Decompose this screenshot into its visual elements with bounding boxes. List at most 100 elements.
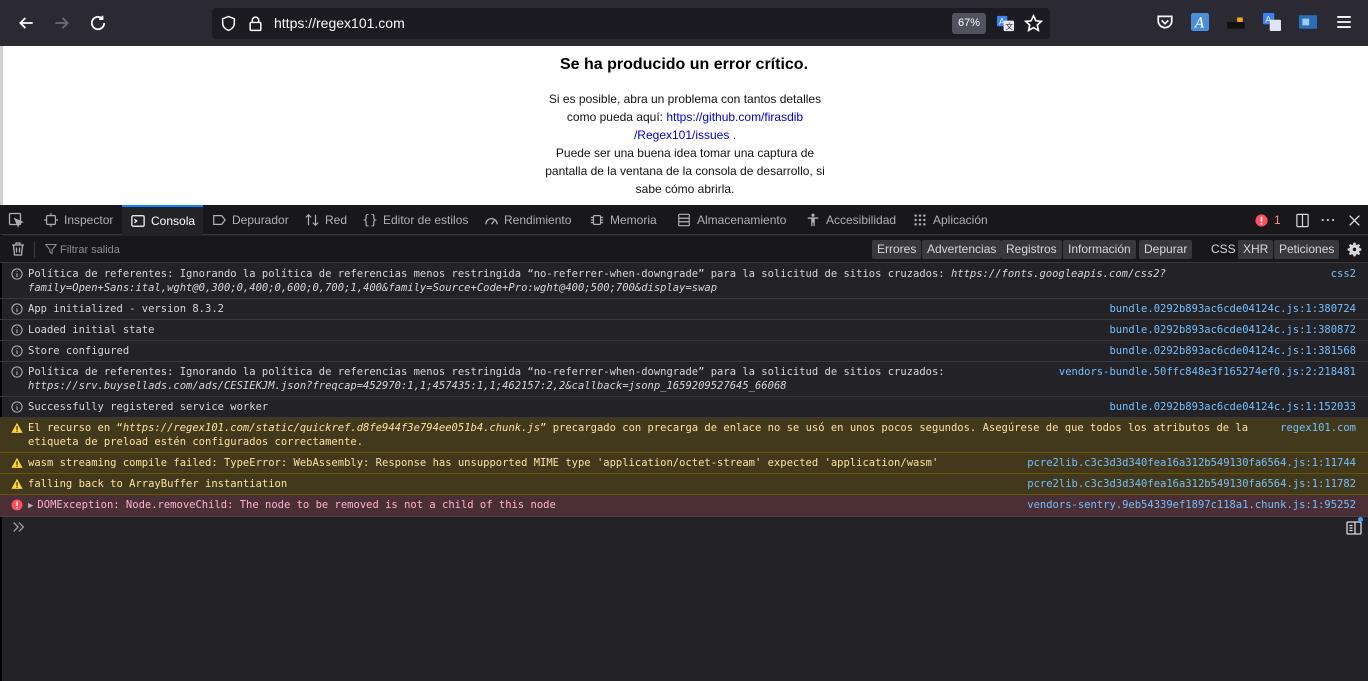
- console-message: Successfully registered service worker: [28, 401, 269, 413]
- bookmark-star-icon[interactable]: [1024, 14, 1043, 33]
- issues-link-line-2[interactable]: /Regex101/issues: [634, 128, 729, 142]
- source-link[interactable]: css2: [1331, 267, 1356, 281]
- filter-info-button[interactable]: Información: [1063, 240, 1136, 259]
- console-row[interactable]: Successfully registered service worker b…: [0, 397, 1368, 418]
- accessibility-icon: [805, 212, 821, 228]
- console-row[interactable]: Store configured bundle.0292b893ac6cde04…: [0, 341, 1368, 362]
- tab-memory[interactable]: Memoria: [589, 205, 657, 235]
- message-url: https://regex101.com/static/quickref.d8f…: [122, 422, 541, 434]
- error-count-badge[interactable]: 1: [1253, 205, 1281, 235]
- tab-network[interactable]: Red: [304, 205, 347, 235]
- filter-output-input[interactable]: [60, 241, 360, 258]
- console-message: Loaded initial state: [28, 324, 155, 336]
- console-row[interactable]: Política de referentes: Ignorando la pol…: [0, 362, 1368, 397]
- reload-icon[interactable]: [82, 7, 114, 39]
- warning-icon: [11, 457, 23, 468]
- console-row-error[interactable]: ▶ DOMException: Node.removeChild: The nod…: [0, 495, 1368, 517]
- shield-icon[interactable]: [220, 15, 237, 32]
- error-line-2: Puede ser una buena idea tomar una captu…: [545, 146, 825, 196]
- filter-requests-button[interactable]: Peticiones: [1274, 240, 1340, 259]
- console-input-prompt-icon[interactable]: [12, 520, 26, 534]
- source-link[interactable]: regex101.com: [1280, 421, 1356, 435]
- info-icon: [11, 268, 23, 280]
- console-row-warning[interactable]: wasm streaming compile failed: TypeError…: [0, 453, 1368, 474]
- tab-storage[interactable]: Almacenamiento: [676, 205, 786, 235]
- url-text[interactable]: https://regex101.com: [274, 15, 405, 31]
- lock-icon[interactable]: [247, 15, 264, 32]
- console-message: Store configured: [28, 345, 130, 357]
- issues-link-line-1[interactable]: https://github.com/firasdib: [666, 110, 803, 124]
- zoom-level-badge[interactable]: 67%: [952, 13, 987, 34]
- tab-inspector[interactable]: Inspector: [43, 205, 113, 235]
- console-row-warning[interactable]: falling back to ArrayBuffer instantiatio…: [0, 474, 1368, 495]
- source-link[interactable]: pcre2lib.c3c3d3d340fea16a312b549130fa656…: [1027, 477, 1356, 491]
- ellipsis-icon[interactable]: ⋯: [1320, 212, 1336, 229]
- console-row-warning[interactable]: El recurso en “https://regex101.com/stat…: [0, 418, 1368, 453]
- source-link[interactable]: bundle.0292b893ac6cde04124c.js:1:152033: [1109, 400, 1356, 414]
- gear-icon[interactable]: [1346, 241, 1363, 258]
- pocket-icon[interactable]: [1156, 13, 1174, 31]
- dock-side-button[interactable]: [1294, 205, 1315, 235]
- translate-icon[interactable]: A文: [996, 14, 1015, 33]
- tab-console[interactable]: Consola: [122, 205, 204, 235]
- error-icon: [11, 499, 23, 511]
- console-message: wasm streaming compile failed: TypeError…: [28, 457, 939, 469]
- forward-arrow-icon[interactable]: [46, 7, 78, 39]
- extension-dark-icon[interactable]: [1227, 13, 1245, 31]
- close-icon[interactable]: [1346, 212, 1362, 228]
- console-message: Política de referentes: Ignorando la pol…: [28, 365, 1068, 393]
- tab-debugger[interactable]: Depurador: [211, 205, 289, 235]
- console-row[interactable]: Loaded initial state bundle.0292b893ac6c…: [0, 320, 1368, 341]
- element-picker-button[interactable]: [8, 205, 29, 235]
- source-link[interactable]: pcre2lib.c3c3d3d340fea16a312b549130fa656…: [1027, 456, 1356, 470]
- source-link[interactable]: vendors-sentry.9eb54339ef1897c118a1.chun…: [1027, 498, 1356, 512]
- hamburger-menu-icon[interactable]: [1335, 13, 1353, 31]
- translate-ext-icon[interactable]: A: [1263, 13, 1281, 31]
- extension-blue-icon[interactable]: [1299, 13, 1317, 31]
- expand-triangle-icon[interactable]: ▶: [28, 499, 33, 513]
- svg-text:A: A: [1193, 16, 1205, 31]
- filter-debug-button[interactable]: Depurar: [1139, 240, 1193, 259]
- tab-style-editor[interactable]: {} Editor de estilos: [362, 205, 468, 235]
- element-picker-icon[interactable]: [8, 212, 24, 228]
- tab-performance[interactable]: Rendimiento: [483, 205, 571, 235]
- error-count-icon[interactable]: [1253, 212, 1269, 228]
- console-row[interactable]: Política de referentes: Ignorando la pol…: [0, 264, 1368, 299]
- trash-icon[interactable]: [10, 241, 26, 257]
- tab-performance-label: Rendimiento: [504, 213, 572, 227]
- message-text: DOMException: Node.removeChild: The node…: [37, 499, 556, 511]
- dock-icon[interactable]: [1294, 212, 1310, 228]
- source-link[interactable]: vendors-bundle.50ffc848e3f165274ef0.js:2…: [1059, 365, 1356, 379]
- filter-separator: [34, 241, 35, 258]
- tab-application-label: Aplicación: [933, 213, 988, 227]
- url-bar[interactable]: https://regex101.com 67% A文: [212, 8, 1050, 39]
- more-options-button[interactable]: ⋯: [1320, 205, 1341, 235]
- filter-css-button[interactable]: CSS: [1206, 240, 1241, 259]
- console-icon: [130, 213, 146, 229]
- filter-xhr-button[interactable]: XHR: [1238, 240, 1274, 259]
- console-message: App initialized - version 8.3.2: [28, 303, 224, 315]
- filter-errors-button[interactable]: Errores: [872, 240, 922, 259]
- console-row[interactable]: App initialized - version 8.3.2 bundle.0…: [0, 299, 1368, 320]
- filter-logs-button[interactable]: Registros: [1001, 240, 1062, 259]
- error-message: Si es posible, abra un problema con tant…: [534, 90, 836, 198]
- back-arrow-icon[interactable]: [10, 7, 42, 39]
- tab-memory-label: Memoria: [610, 213, 657, 227]
- tab-application[interactable]: Aplicación: [912, 205, 988, 235]
- error-count[interactable]: 1: [1274, 213, 1281, 227]
- console-message: El recurso en “https://regex101.com/stat…: [28, 421, 1268, 449]
- debugger-icon: [211, 212, 227, 228]
- source-link[interactable]: bundle.0292b893ac6cde04124c.js:1:380872: [1109, 323, 1356, 337]
- console-output: Política de referentes: Ignorando la pol…: [0, 264, 1368, 517]
- filter-warnings-button[interactable]: Advertencias: [922, 240, 1002, 259]
- source-link[interactable]: bundle.0292b893ac6cde04124c.js:1:380724: [1109, 302, 1356, 316]
- tab-inspector-label: Inspector: [64, 213, 114, 227]
- source-link[interactable]: bundle.0292b893ac6cde04124c.js:1:381568: [1109, 344, 1356, 358]
- tab-accessibility[interactable]: Accesibilidad: [805, 205, 896, 235]
- performance-icon: [483, 212, 499, 228]
- editor-mode-icon[interactable]: [1346, 521, 1362, 535]
- filter-icon: [45, 243, 57, 255]
- close-devtools-button[interactable]: [1346, 205, 1367, 235]
- storage-icon: [676, 212, 692, 228]
- extension-a-icon[interactable]: A: [1191, 13, 1209, 31]
